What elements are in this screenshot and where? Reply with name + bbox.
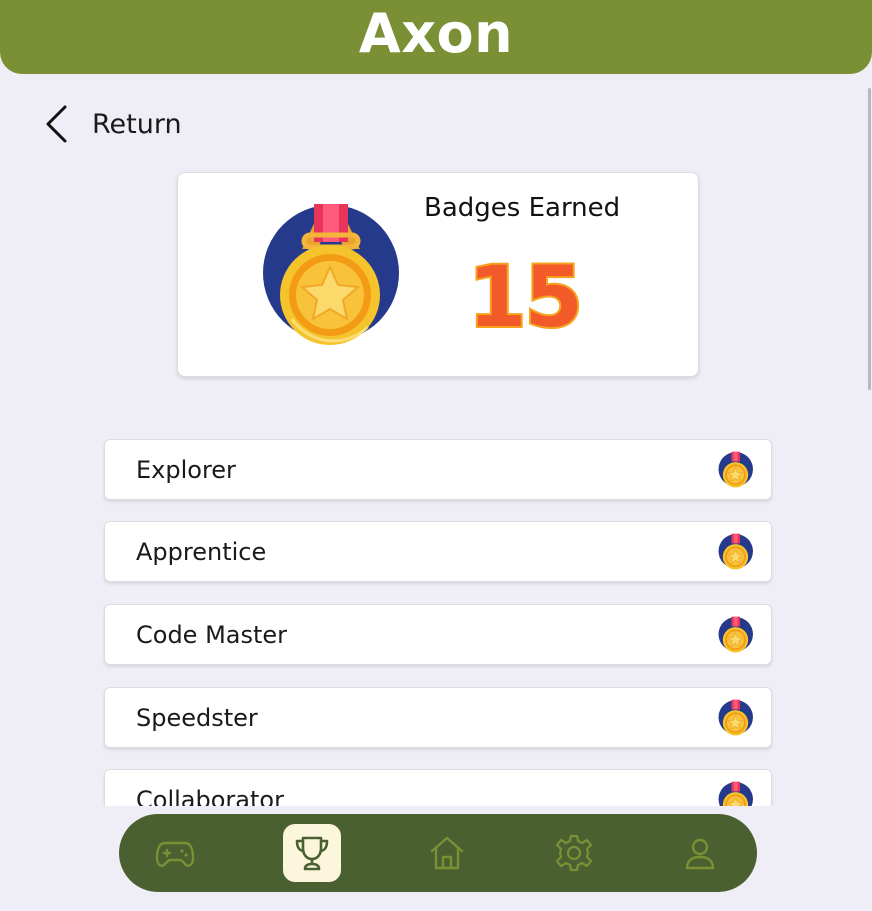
badge-name: Collaborator (136, 786, 284, 806)
badge-item[interactable]: Apprentice (104, 521, 772, 582)
badges-summary-card: Badges Earned 15 (177, 172, 699, 377)
user-icon (685, 838, 715, 870)
medal-icon (263, 204, 399, 345)
badge-name: Speedster (136, 704, 258, 732)
badge-item[interactable]: Code Master (104, 604, 772, 665)
medal-icon (718, 533, 753, 570)
nav-home[interactable] (418, 824, 476, 882)
nav-settings[interactable] (545, 824, 603, 882)
badge-item[interactable]: Explorer (104, 439, 772, 500)
gear-icon (555, 834, 593, 872)
nav-games[interactable] (146, 824, 204, 882)
gamepad-icon (155, 841, 195, 867)
nav-profile[interactable] (671, 824, 729, 882)
scroll-content[interactable]: Return Badges Earned 15 Explorer Apprent… (0, 0, 872, 806)
scrollbar[interactable] (868, 88, 871, 390)
nav-achievements[interactable] (283, 824, 341, 882)
badge-name: Apprentice (136, 538, 267, 566)
medal-icon (718, 781, 753, 806)
return-button[interactable]: Return (44, 100, 182, 148)
badge-name: Explorer (136, 456, 236, 484)
return-label: Return (92, 108, 182, 140)
medal-icon (718, 616, 753, 653)
summary-title: Badges Earned (424, 193, 621, 223)
trophy-icon (295, 836, 329, 871)
medal-icon (718, 699, 753, 736)
badge-item[interactable]: Speedster (104, 687, 772, 748)
badge-count: 15 (466, 246, 585, 348)
medal-icon (718, 451, 753, 488)
chevron-left-icon (46, 105, 67, 143)
badge-name: Code Master (136, 621, 288, 649)
badge-item[interactable]: Collaborator (104, 769, 772, 806)
bottom-nav (119, 814, 757, 892)
home-icon (430, 836, 464, 870)
